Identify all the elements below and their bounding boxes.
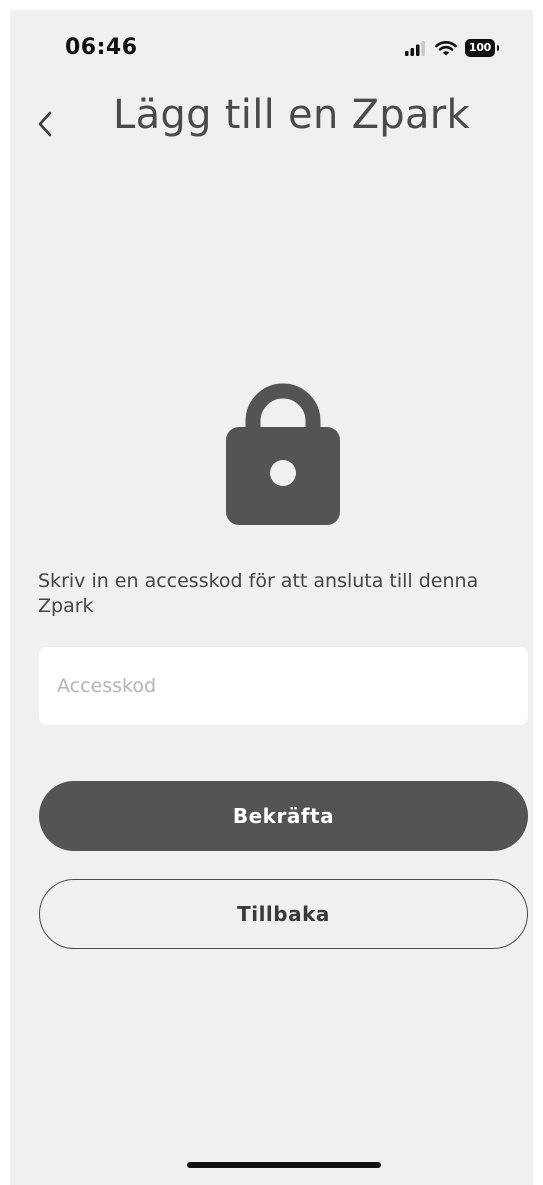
battery-icon: 100 xyxy=(465,39,499,57)
wifi-icon xyxy=(435,41,457,56)
page-title: Lägg till en Zpark xyxy=(113,92,471,138)
status-icons: 100 xyxy=(405,38,499,58)
lock-icon xyxy=(226,383,340,525)
chevron-left-icon[interactable] xyxy=(30,102,60,146)
signal-icon xyxy=(405,41,425,56)
access-code-input[interactable] xyxy=(39,647,528,725)
home-indicator xyxy=(187,1162,381,1168)
app-screen: 06:46 100 Lägg till en Zpark Skriv in en… xyxy=(10,10,533,1185)
confirm-button[interactable]: Bekräfta xyxy=(39,781,528,851)
status-time: 06:46 xyxy=(65,35,138,60)
instruction-text: Skriv in en accesskod för att ansluta ti… xyxy=(38,570,479,617)
back-button[interactable]: Tillbaka xyxy=(39,879,528,949)
